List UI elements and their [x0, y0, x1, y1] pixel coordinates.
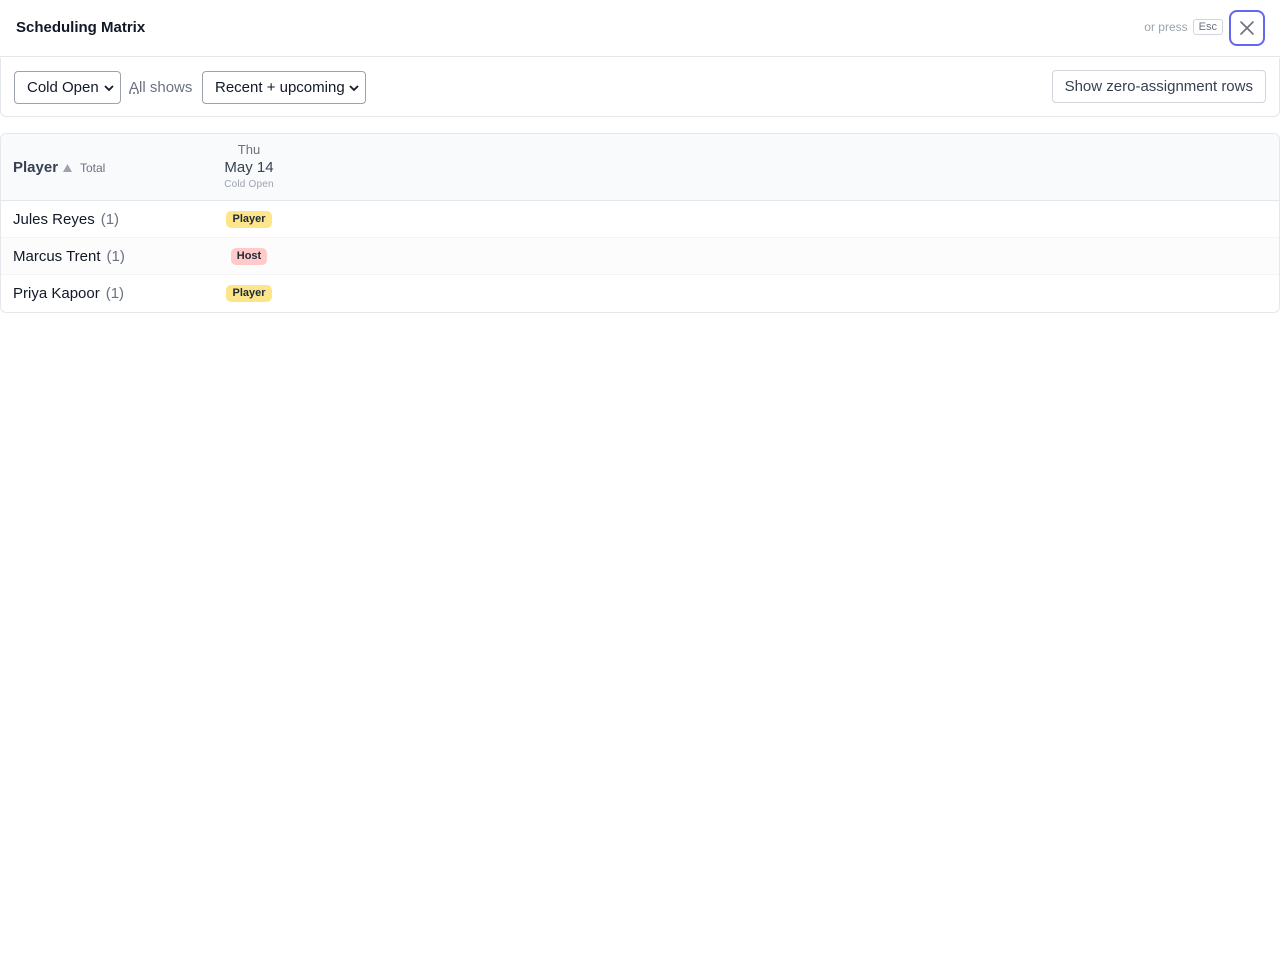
chevron-down-icon [104, 85, 114, 92]
table-row: Priya Kapoor (1) Player [1, 275, 1279, 312]
assignment-count: (1) [100, 211, 120, 228]
date-label: May 14 [224, 159, 274, 176]
modal-header: Scheduling Matrix or press Esc [0, 0, 1280, 57]
schedule-matrix: Player Total Thu May 14 Cold Open Jules … [0, 133, 1280, 313]
date-column-header[interactable]: Thu May 14 Cold Open [209, 142, 289, 192]
all-shows-accesskey: A [129, 79, 140, 96]
player-name-cell[interactable]: Jules Reyes (1) [13, 211, 119, 228]
player-column-label: Player [13, 159, 59, 176]
player-name-cell[interactable]: Marcus Trent (1) [13, 248, 125, 265]
close-icon [1240, 21, 1254, 35]
role-badge: Player [226, 284, 272, 302]
chevron-down-icon [349, 85, 359, 92]
page-title: Scheduling Matrix [16, 19, 146, 36]
assignment-cell[interactable]: Player [209, 201, 289, 237]
assignment-cell[interactable]: Host [209, 238, 289, 274]
esc-hint-label: or press [1144, 20, 1188, 34]
show-zero-rows-button[interactable]: Show zero-assignment rows [1051, 70, 1266, 103]
filter-toolbar: Cold Open All shows Recent + upcoming Sh… [0, 58, 1280, 117]
player-name: Priya Kapoor [13, 285, 100, 302]
table-row: Jules Reyes (1) Player [1, 201, 1279, 238]
sort-ascending-icon [63, 163, 73, 172]
show-select[interactable]: Cold Open [14, 71, 121, 104]
date-dow: Thu [237, 142, 261, 157]
player-column-header[interactable]: Player [13, 159, 73, 176]
player-name: Jules Reyes [13, 211, 95, 228]
show-select-value: Cold Open [27, 79, 99, 96]
matrix-header: Player Total Thu May 14 Cold Open [1, 134, 1279, 201]
role-badge: Player [226, 210, 272, 228]
role-badge: Host [230, 247, 268, 265]
range-select-value: Recent + upcoming [215, 79, 345, 96]
close-button[interactable] [1229, 10, 1265, 46]
table-row: Marcus Trent (1) Host [1, 238, 1279, 275]
assignment-count: (1) [105, 285, 125, 302]
esc-key: Esc [1192, 19, 1223, 35]
total-column-header[interactable]: Total [80, 161, 105, 175]
assignment-count: (1) [106, 248, 125, 265]
all-shows-link[interactable]: All shows [129, 79, 192, 96]
range-select[interactable]: Recent + upcoming [202, 71, 366, 104]
player-name: Marcus Trent [13, 248, 101, 265]
player-name-cell[interactable]: Priya Kapoor (1) [13, 285, 124, 302]
date-show-name: Cold Open [224, 179, 274, 190]
assignment-cell[interactable]: Player [209, 275, 289, 311]
esc-hint: or press Esc [1144, 19, 1223, 35]
all-shows-label: ll shows [139, 79, 193, 96]
